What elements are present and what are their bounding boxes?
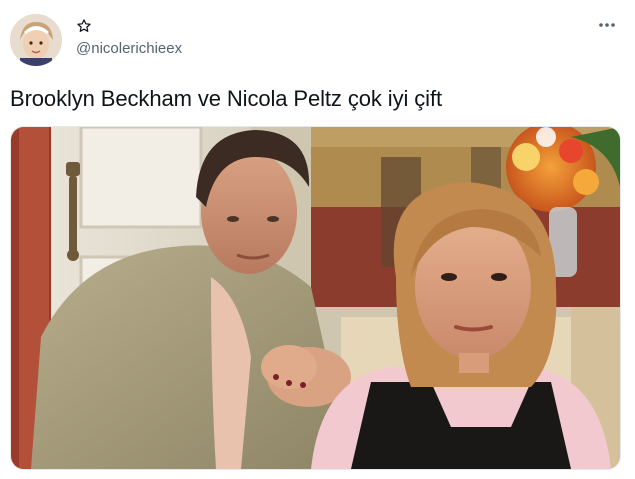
more-options-button[interactable] <box>595 18 619 32</box>
tweet-card: @nicolerichieex Brooklyn Beckham ve Nico… <box>0 0 635 479</box>
tv-show-scene-photo <box>11 127 620 469</box>
display-name[interactable] <box>76 16 92 36</box>
star-outline-icon <box>77 19 91 32</box>
avatar[interactable] <box>10 14 62 66</box>
tweet-text: Brooklyn Beckham ve Nicola Peltz çok iyi… <box>10 86 442 111</box>
avatar-photo <box>10 14 62 66</box>
user-handle[interactable]: @nicolerichieex <box>76 40 182 57</box>
tweet-media-image[interactable] <box>10 126 621 470</box>
tweet-header: @nicolerichieex <box>10 14 625 66</box>
more-horizontal-icon <box>599 23 615 27</box>
